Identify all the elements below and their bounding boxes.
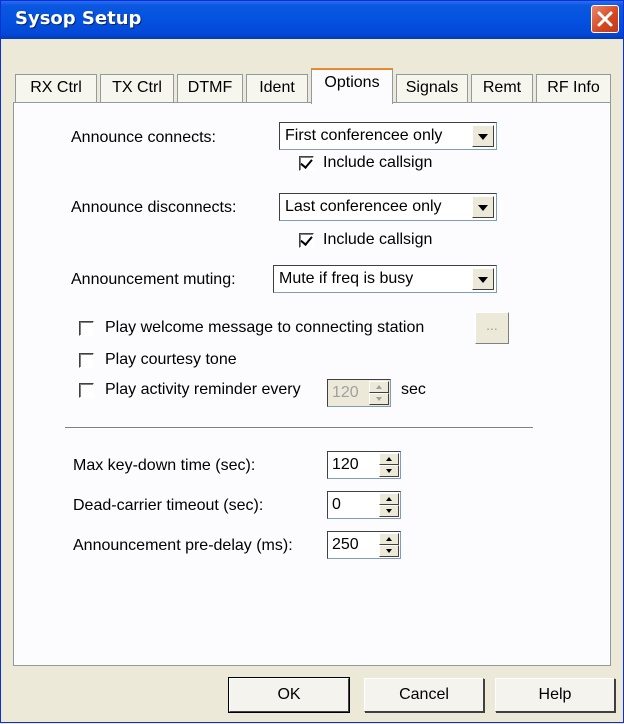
play-courtesy-checkbox[interactable] — [79, 353, 94, 368]
announce-connects-select[interactable]: First conferencee only — [279, 122, 497, 150]
play-welcome-label: Play welcome message to connecting stati… — [105, 319, 425, 336]
announce-connects-value: First conferencee only — [285, 127, 443, 144]
play-welcome-checkbox[interactable] — [79, 321, 94, 336]
announcement-muting-value: Mute if freq is busy — [279, 270, 414, 287]
include-callsign-connects-label: Include callsign — [323, 154, 433, 171]
spin-down-icon[interactable] — [369, 393, 389, 405]
announcement-muting-label: Announcement muting: — [71, 271, 236, 288]
max-keydown-label: Max key-down time (sec): — [73, 457, 256, 474]
dead-carrier-value[interactable]: 0 — [332, 496, 341, 514]
spin-up-icon[interactable] — [379, 493, 399, 505]
chevron-down-icon[interactable] — [472, 268, 494, 290]
predelay-value[interactable]: 250 — [332, 536, 359, 554]
announce-connects-label: Announce connects: — [71, 129, 216, 146]
separator — [65, 427, 533, 429]
spin-up-icon[interactable] — [369, 381, 389, 393]
spin-down-icon[interactable] — [379, 505, 399, 517]
activity-reminder-spinner[interactable]: 120 — [327, 379, 391, 407]
include-callsign-connects-checkbox[interactable] — [299, 156, 314, 171]
dead-carrier-spinner[interactable]: 0 — [327, 491, 401, 519]
activity-reminder-unit: sec — [401, 381, 426, 398]
browse-welcome-button[interactable]: ... — [475, 312, 509, 344]
spin-up-icon[interactable] — [379, 453, 399, 465]
activity-reminder-checkbox[interactable] — [79, 383, 94, 398]
max-keydown-spinner[interactable]: 120 — [327, 451, 401, 479]
panel-content: Announce connects: First conferencee onl… — [1, 1, 624, 724]
chevron-down-icon[interactable] — [472, 196, 494, 218]
max-keydown-value[interactable]: 120 — [332, 456, 359, 474]
include-callsign-disconnects-label: Include callsign — [323, 231, 433, 248]
sysop-setup-dialog: Sysop Setup RX Ctrl TX Ctrl DTMF Ident O… — [0, 0, 624, 723]
announce-disconnects-value: Last conferencee only — [285, 198, 442, 215]
play-courtesy-label: Play courtesy tone — [105, 351, 237, 368]
activity-reminder-value: 120 — [332, 384, 359, 401]
announce-disconnects-label: Announce disconnects: — [71, 199, 237, 216]
predelay-spinner[interactable]: 250 — [327, 531, 401, 559]
activity-reminder-label: Play activity reminder every — [105, 381, 301, 398]
announcement-muting-select[interactable]: Mute if freq is busy — [273, 265, 497, 293]
spin-down-icon[interactable] — [379, 465, 399, 477]
spin-down-icon[interactable] — [379, 545, 399, 557]
chevron-down-icon[interactable] — [472, 125, 494, 147]
predelay-label: Announcement pre-delay (ms): — [73, 537, 293, 554]
dead-carrier-label: Dead-carrier timeout (sec): — [73, 497, 264, 514]
announce-disconnects-select[interactable]: Last conferencee only — [279, 193, 497, 221]
include-callsign-disconnects-checkbox[interactable] — [299, 233, 314, 248]
spin-up-icon[interactable] — [379, 533, 399, 545]
